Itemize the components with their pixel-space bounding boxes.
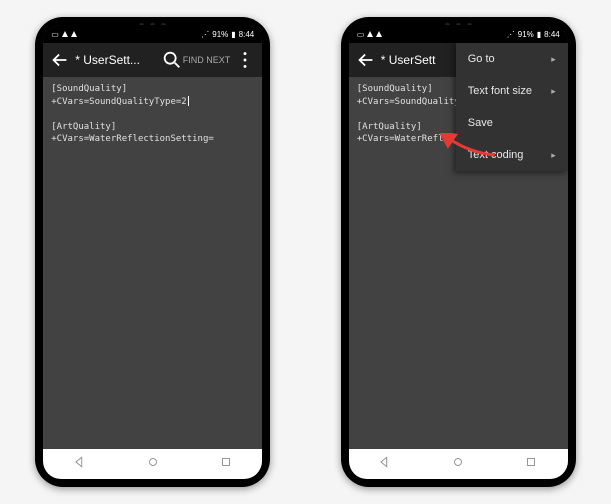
menu-item-label: Go to: [468, 53, 495, 65]
nav-back-icon[interactable]: [378, 455, 392, 474]
wifi-icon: ⋰: [201, 30, 209, 39]
signal-icon: [376, 31, 382, 37]
phone-frame-right: ▭ ⋰ 91% ▮ 8:44 * UserSett [SoundQuality]…: [341, 17, 576, 487]
status-bar: ▭ ⋰ 91% ▮ 8:44: [43, 25, 262, 43]
screen-right: ▭ ⋰ 91% ▮ 8:44 * UserSett [SoundQuality]…: [349, 25, 568, 479]
signal-icon: [367, 31, 373, 37]
menu-item-textcoding[interactable]: Text coding ▸: [456, 139, 568, 171]
menu-item-label: Text font size: [468, 85, 532, 97]
nav-recent-icon[interactable]: [524, 455, 538, 474]
menu-item-goto[interactable]: Go to ▸: [456, 43, 568, 75]
editor-line: [ArtQuality]: [51, 122, 116, 132]
screen-left: ▭ ⋰ 91% ▮ 8:44 * UserSett... FIND NEXT: [43, 25, 262, 479]
editor-line: [SoundQuality]: [51, 84, 127, 94]
battery-icon: ▮: [537, 30, 541, 39]
nav-back-icon[interactable]: [73, 455, 87, 474]
editor-line: +CVars=WaterReflectionSetting=: [51, 134, 214, 144]
editor-line: +CVars=SoundQualityType=2: [51, 97, 186, 107]
back-icon[interactable]: [49, 49, 71, 71]
nav-home-icon[interactable]: [146, 455, 160, 474]
page-title: * UserSett...: [75, 53, 160, 67]
search-icon[interactable]: [161, 49, 183, 71]
signal-icon: [62, 31, 68, 37]
back-icon[interactable]: [355, 49, 377, 71]
editor-line: +CVars=SoundQualityTy: [357, 97, 471, 107]
menu-item-fontsize[interactable]: Text font size ▸: [456, 75, 568, 107]
text-cursor: [188, 96, 189, 106]
clock: 8:44: [544, 30, 560, 39]
battery-percent: 91%: [212, 30, 228, 39]
battery-percent: 91%: [518, 30, 534, 39]
menu-item-save[interactable]: Save: [456, 107, 568, 139]
chevron-right-icon: ▸: [551, 150, 556, 161]
phone-frame-left: ▭ ⋰ 91% ▮ 8:44 * UserSett... FIND NEXT: [35, 17, 270, 487]
find-next-button[interactable]: FIND NEXT: [183, 55, 231, 65]
text-editor-area[interactable]: [SoundQuality] +CVars=SoundQualityType=2…: [43, 77, 262, 449]
chevron-right-icon: ▸: [551, 86, 556, 97]
nav-home-icon[interactable]: [451, 455, 465, 474]
status-bar: ▭ ⋰ 91% ▮ 8:44: [349, 25, 568, 43]
navigation-bar: [349, 449, 568, 479]
chevron-right-icon: ▸: [551, 54, 556, 65]
nav-recent-icon[interactable]: [219, 455, 233, 474]
navigation-bar: [43, 449, 262, 479]
app-header: * UserSett... FIND NEXT: [43, 43, 262, 77]
wifi-icon: ⋰: [507, 30, 515, 39]
sim-icon: ▭: [51, 30, 59, 39]
battery-icon: ▮: [231, 30, 235, 39]
editor-line: [SoundQuality]: [357, 84, 433, 94]
menu-item-label: Text coding: [468, 149, 524, 161]
editor-line: [ArtQuality]: [357, 122, 422, 132]
overflow-menu-icon[interactable]: [234, 49, 256, 71]
menu-item-label: Save: [468, 117, 493, 129]
clock: 8:44: [239, 30, 255, 39]
sim-icon: ▭: [357, 30, 365, 39]
overflow-menu-popup: Go to ▸ Text font size ▸ Save Text codin…: [456, 43, 568, 171]
signal-icon: [71, 31, 77, 37]
